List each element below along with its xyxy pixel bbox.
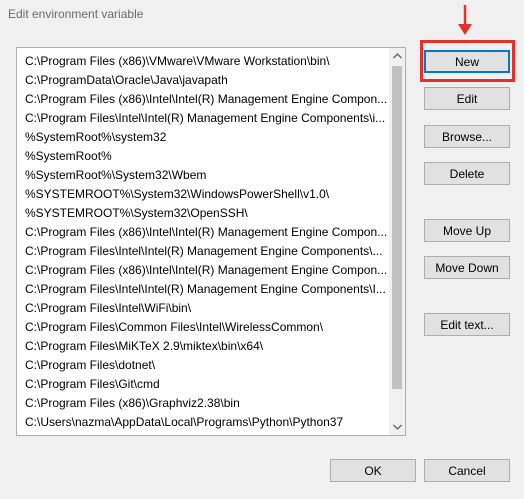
window-title: Edit environment variable xyxy=(8,7,144,21)
cancel-button[interactable]: Cancel xyxy=(424,459,510,482)
path-list-item[interactable]: C:\Program Files\Intel\Intel(R) Manageme… xyxy=(17,242,391,261)
path-list-item[interactable]: C:\Program Files\MiKTeX 2.9\miktex\bin\x… xyxy=(17,337,391,356)
path-list-item[interactable]: %SystemRoot% xyxy=(17,147,391,166)
path-list-item[interactable]: C:\Program Files (x86)\Intel\Intel(R) Ma… xyxy=(17,261,391,280)
edit-text-button[interactable]: Edit text... xyxy=(424,313,510,336)
path-list-item[interactable]: C:\ProgramData\Oracle\Java\javapath xyxy=(17,71,391,90)
path-rows: C:\Program Files (x86)\VMware\VMware Wor… xyxy=(17,52,391,435)
move-up-button[interactable]: Move Up xyxy=(424,219,510,242)
path-list-item[interactable]: C:\Program Files\dotnet\ xyxy=(17,356,391,375)
path-list-item[interactable]: C:\Users\nazma\AppData\Roaming\Programs\… xyxy=(17,432,391,435)
edit-button[interactable]: Edit xyxy=(424,87,510,110)
path-list[interactable]: C:\Program Files (x86)\VMware\VMware Wor… xyxy=(16,47,406,436)
path-list-item[interactable]: C:\Program Files (x86)\Intel\Intel(R) Ma… xyxy=(17,223,391,242)
scroll-down-icon[interactable] xyxy=(389,419,405,435)
new-button[interactable]: New xyxy=(424,50,510,73)
path-list-item[interactable]: %SystemRoot%\system32 xyxy=(17,128,391,147)
path-list-item[interactable]: C:\Program Files\Intel\Intel(R) Manageme… xyxy=(17,280,391,299)
delete-button[interactable]: Delete xyxy=(424,162,510,185)
path-list-item[interactable]: C:\Users\nazma\AppData\Local\Programs\Py… xyxy=(17,413,391,432)
path-list-item[interactable]: C:\Program Files\Common Files\Intel\Wire… xyxy=(17,318,391,337)
browse-button[interactable]: Browse... xyxy=(424,125,510,148)
move-down-button[interactable]: Move Down xyxy=(424,256,510,279)
scroll-up-icon[interactable] xyxy=(389,48,405,64)
vertical-scrollbar[interactable] xyxy=(389,48,405,435)
path-list-item[interactable]: C:\Program Files (x86)\Intel\Intel(R) Ma… xyxy=(17,90,391,109)
path-list-item[interactable]: C:\Program Files\Intel\WiFi\bin\ xyxy=(17,299,391,318)
path-list-item[interactable]: C:\Program Files\Git\cmd xyxy=(17,375,391,394)
path-list-item[interactable]: C:\Program Files (x86)\Graphviz2.38\bin xyxy=(17,394,391,413)
ok-button[interactable]: OK xyxy=(330,459,416,482)
annotation-arrow-icon xyxy=(458,5,472,35)
path-list-item[interactable]: %SYSTEMROOT%\System32\OpenSSH\ xyxy=(17,204,391,223)
path-list-item[interactable]: C:\Program Files (x86)\VMware\VMware Wor… xyxy=(17,52,391,71)
path-list-item[interactable]: C:\Program Files\Intel\Intel(R) Manageme… xyxy=(17,109,391,128)
path-list-item[interactable]: %SystemRoot%\System32\Wbem xyxy=(17,166,391,185)
scroll-thumb[interactable] xyxy=(392,66,402,389)
path-list-item[interactable]: %SYSTEMROOT%\System32\WindowsPowerShell\… xyxy=(17,185,391,204)
